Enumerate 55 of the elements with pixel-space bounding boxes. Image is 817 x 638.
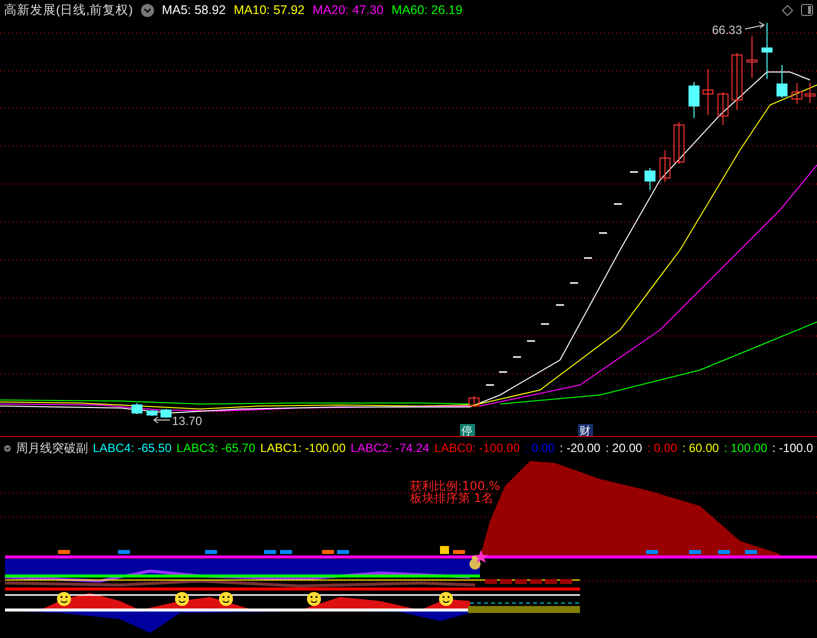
chart-title: 高新发展(日线,前复权): [4, 2, 133, 18]
signal-marker: [205, 550, 217, 554]
smiley-icon: [219, 592, 233, 606]
indicator-value: : 100.00: [724, 441, 768, 455]
signal-marker: [322, 550, 334, 554]
indicator-value: MA5: 58.92: [162, 3, 226, 17]
arrow-icon: [744, 22, 765, 30]
signal-marker: [58, 550, 70, 554]
indicator-note: 板块排序第 1名: [410, 491, 494, 505]
indicator-value: LABC4: -65.50: [92, 441, 172, 455]
signal-block: [515, 579, 527, 584]
indicator-title: 周月线突破副: [16, 440, 88, 456]
indicator-value: LABC1: -100.00: [260, 441, 346, 455]
indicator-value: MA20: 47.30: [312, 3, 384, 17]
signal-block: [485, 579, 497, 584]
low-price-label: 13.70: [172, 414, 202, 428]
signal-marker: [718, 550, 730, 554]
smiley-icon: [57, 592, 71, 606]
indicator-value: : 20.00: [605, 441, 642, 455]
dropdown-icon[interactable]: [140, 4, 154, 16]
signal-block: [500, 579, 512, 584]
signal-marker: [264, 550, 276, 554]
indicator-value: LABC0: -100.00: [434, 441, 520, 455]
indicator-value: LABC2: -74.24: [350, 441, 430, 455]
smiley-icon: [439, 592, 453, 606]
money-bag-icon: [470, 556, 480, 570]
signal-block: [545, 579, 557, 584]
signal-block: [560, 579, 572, 584]
indicator-value: MA10: 57.92: [234, 3, 305, 17]
star-icon: [474, 550, 488, 563]
signal-block: [530, 579, 542, 584]
event-marker[interactable]: 财: [578, 424, 593, 436]
signal-marker: [118, 550, 130, 554]
signal-marker: [745, 550, 757, 554]
signal-marker: [440, 546, 449, 554]
panel-icon[interactable]: [801, 4, 813, 16]
smiley-icon: [307, 592, 321, 606]
indicator-value: : 0.00: [647, 441, 678, 455]
indicator-value: LABC3: -65.70: [176, 441, 256, 455]
high-price-label: 66.33: [712, 23, 742, 37]
indicator-value: : -100.0: [772, 441, 813, 455]
indicator-value: MA60: 26.19: [392, 3, 462, 17]
signal-marker: [280, 550, 292, 554]
signal-marker: [646, 550, 658, 554]
arrow-icon: [153, 416, 170, 424]
indicator-value: : -20.00: [560, 441, 600, 455]
signal-marker: [689, 550, 701, 554]
indicator-note: 获利比例:100.%: [410, 479, 500, 493]
diamond-icon[interactable]: [782, 4, 793, 16]
indicator-value: : 60.00: [682, 441, 719, 455]
signal-marker: [453, 550, 465, 554]
signal-marker: [337, 550, 349, 554]
indicator-value: : 0.00: [524, 441, 555, 455]
event-marker[interactable]: 停: [460, 424, 475, 436]
smiley-icon: [175, 592, 189, 606]
